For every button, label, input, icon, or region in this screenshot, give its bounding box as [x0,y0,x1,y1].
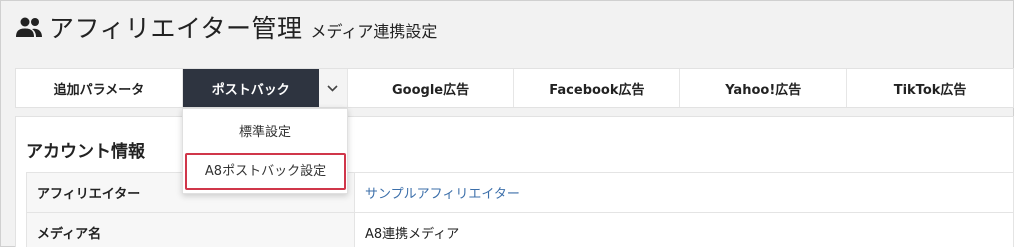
tab-yahoo-ads[interactable]: Yahoo!広告 [680,69,848,107]
tab-bar: 追加パラメータ ポストバック Google広告 Facebook広告 Yahoo… [15,68,1014,108]
affiliator-link[interactable]: サンプルアフィリエイター [354,172,1014,213]
table-row: メディア名 A8連携メディア [26,212,1014,247]
tab-google-ads[interactable]: Google広告 [348,69,515,107]
menu-item-a8-postback-settings[interactable]: A8ポストバック設定 [185,153,346,190]
postback-dropdown-toggle[interactable] [318,69,348,107]
tab-postback[interactable]: ポストバック [182,69,319,107]
menu-item-standard-settings[interactable]: 標準設定 [183,121,347,140]
tab-additional-parameters[interactable]: 追加パラメータ [16,69,183,107]
postback-dropdown-menu: 標準設定 A8ポストバック設定 [182,108,348,194]
page-subtitle: メディア連携設定 [310,22,438,41]
media-name-value: A8連携メディア [354,212,1014,247]
account-info-table: アフィリエイター サンプルアフィリエイター メディア名 A8連携メディア [26,172,1014,247]
tab-tiktok-ads[interactable]: TikTok広告 [847,69,1013,107]
table-row: アフィリエイター サンプルアフィリエイター [26,172,1014,213]
section-title: アカウント情報 [26,142,145,162]
row-label-media-name: メディア名 [26,212,355,247]
tab-facebook-ads[interactable]: Facebook広告 [514,69,681,107]
chevron-down-icon [327,84,338,92]
account-info-panel: アカウント情報 アフィリエイター サンプルアフィリエイター メディア名 A8連携… [15,116,1014,247]
page-header: アフィリエイター管理 メディア連携設定 [15,9,437,45]
people-icon [16,17,42,37]
page-title: アフィリエイター管理 [49,14,303,43]
